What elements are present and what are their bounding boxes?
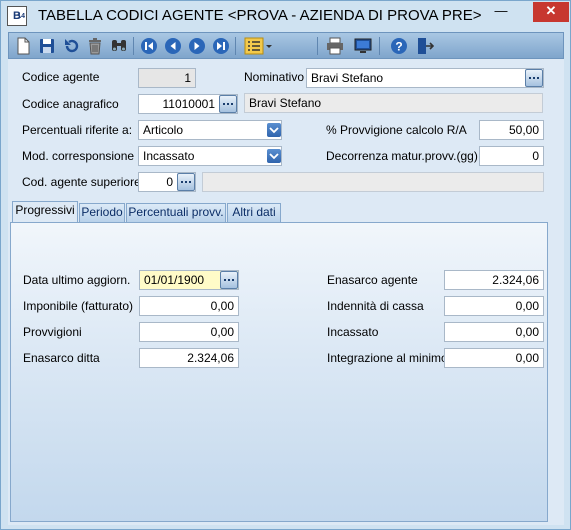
save-icon[interactable] (37, 36, 57, 56)
window-title: TABELLA CODICI AGENTE <PROVA - AZIENDA D… (38, 7, 482, 24)
agente-superiore-label: Cod. agente superiore (22, 175, 141, 189)
delete-icon[interactable] (85, 36, 105, 56)
mod-corresponsione-label: Mod. corresponsione (22, 149, 135, 163)
nominativo-lookup-button[interactable] (525, 69, 543, 87)
svg-text:?: ? (395, 40, 402, 54)
indennita-cassa-field[interactable]: 0,00 (444, 296, 544, 316)
calendar-lookup-button[interactable] (220, 271, 238, 289)
incassato-label: Incassato (327, 325, 379, 339)
codice-agente-label: Codice agente (22, 70, 100, 84)
percentuali-riferite-select[interactable]: Articolo (138, 120, 282, 140)
app-icon-number: 14 (17, 13, 25, 20)
mod-corresponsione-select[interactable]: Incassato (138, 146, 282, 166)
agente-superiore-description (202, 172, 544, 192)
print-icon[interactable] (325, 36, 345, 56)
codice-agente-field[interactable]: 1 (138, 68, 196, 88)
imponibile-field[interactable]: 0,00 (139, 296, 239, 316)
codice-anagrafico-description: Bravi Stefano (244, 93, 543, 113)
decorrenza-label: Decorrenza matur.provv.(gg) (326, 149, 478, 163)
incassato-field[interactable]: 0,00 (444, 322, 544, 342)
close-button[interactable]: ✕ (533, 2, 569, 22)
help-icon[interactable]: ? (389, 36, 409, 56)
enasarco-agente-field[interactable]: 2.324,06 (444, 270, 544, 290)
enasarco-agente-label: Enasarco agente (327, 273, 418, 287)
tab-periodo[interactable]: Periodo (79, 203, 125, 222)
provvigioni-label: Provvigioni (23, 325, 82, 339)
codice-anagrafico-label: Codice anagrafico (22, 97, 119, 111)
decorrenza-field[interactable]: 0 (479, 146, 544, 166)
list-options-icon[interactable] (243, 36, 273, 56)
title-bar: B 14 TABELLA CODICI AGENTE <PROVA - AZIEN… (1, 1, 570, 31)
toolbar: ? (8, 32, 564, 59)
data-ultimo-label: Data ultimo aggiorn. (23, 273, 131, 287)
window: B 14 TABELLA CODICI AGENTE <PROVA - AZIEN… (0, 0, 571, 530)
agente-superiore-lookup-button[interactable] (177, 173, 195, 191)
exit-icon[interactable] (415, 36, 435, 56)
tab-panel-progressivi: Data ultimo aggiorn. 01/01/1900 Imponibi… (10, 222, 548, 522)
tab-altri-dati[interactable]: Altri dati (227, 203, 281, 222)
enasarco-ditta-field[interactable]: 2.324,06 (139, 348, 239, 368)
new-document-icon[interactable] (13, 36, 33, 56)
toolbar-separator (317, 37, 318, 55)
provvigioni-field[interactable]: 0,00 (139, 322, 239, 342)
integrazione-minimo-label: Integrazione al minimo (327, 351, 448, 365)
toolbar-separator (235, 37, 236, 55)
enasarco-ditta-label: Enasarco ditta (23, 351, 100, 365)
imponibile-label: Imponibile (fatturato) (23, 299, 134, 313)
toolbar-separator (133, 37, 134, 55)
chevron-down-icon[interactable] (267, 123, 281, 137)
integrazione-minimo-field[interactable]: 0,00 (444, 348, 544, 368)
provvigione-calcolo-field[interactable]: 50,00 (479, 120, 544, 140)
nominativo-field[interactable]: Bravi Stefano (306, 68, 544, 88)
app-icon: B 14 (7, 6, 27, 26)
chevron-down-icon[interactable] (267, 149, 281, 163)
nominativo-label: Nominativo (244, 70, 305, 84)
toolbar-separator (379, 37, 380, 55)
undo-icon[interactable] (61, 36, 81, 56)
next-record-icon[interactable] (187, 36, 207, 56)
minimize-button[interactable]: — (487, 2, 515, 22)
search-icon[interactable] (109, 36, 129, 56)
percentuali-riferite-label: Percentuali riferite a: (22, 123, 133, 137)
first-record-icon[interactable] (139, 36, 159, 56)
previous-record-icon[interactable] (163, 36, 183, 56)
tab-progressivi[interactable]: Progressivi (12, 201, 78, 223)
provvigione-calcolo-label: % Provvigione calcolo R/A (326, 123, 467, 137)
codice-anagrafico-lookup-button[interactable] (219, 95, 237, 113)
indennita-cassa-label: Indennità di cassa (327, 299, 424, 313)
last-record-icon[interactable] (211, 36, 231, 56)
tab-percentuali-provv[interactable]: Percentuali provv. (126, 203, 226, 222)
form-content: Codice agente 1 Nominativo Bravi Stefano… (8, 59, 564, 525)
preview-icon[interactable] (353, 36, 373, 56)
